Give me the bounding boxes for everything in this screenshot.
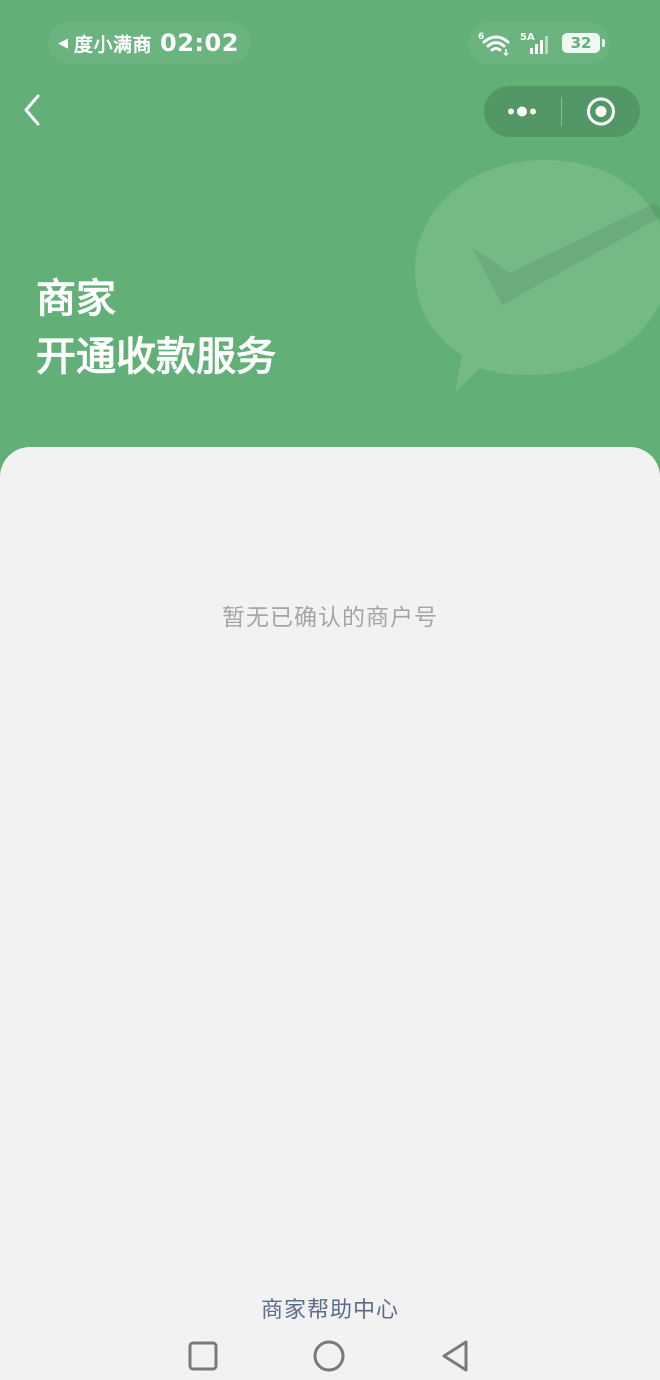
- circle-home-icon[interactable]: [309, 1338, 349, 1374]
- back-app-name: 度小满商: [74, 33, 152, 56]
- square-recent-icon[interactable]: [182, 1338, 222, 1374]
- mini-program-capsule: [484, 86, 640, 137]
- page-title: 商家 开通收款服务: [36, 270, 276, 386]
- triangle-back-icon[interactable]: [436, 1338, 476, 1374]
- status-indicators: 6 5A 32: [468, 22, 610, 64]
- back-to-app-button[interactable]: ◀ 度小满商 02:02: [48, 22, 251, 64]
- wifi-icon: 6: [478, 32, 510, 56]
- signal-label: 5A: [520, 32, 535, 43]
- battery-indicator: 32: [562, 33, 605, 53]
- target-close-icon[interactable]: [562, 86, 640, 137]
- status-time: 02:02: [160, 29, 239, 57]
- title-line-2: 开通收款服务: [36, 334, 276, 380]
- wechat-pay-check-icon: [415, 160, 660, 393]
- cellular-signal-icon: 5A: [520, 32, 548, 54]
- nav-back-chevron-icon[interactable]: [18, 92, 52, 128]
- more-dots-icon[interactable]: [484, 86, 562, 137]
- status-bar: ◀ 度小满商 02:02 6 5A 32: [0, 20, 660, 66]
- system-navigation-bar: [0, 1330, 660, 1380]
- wifi-label: 6: [478, 32, 484, 42]
- header-banner: ◀ 度小满商 02:02 6 5A 32 商家 开通收款服务: [0, 0, 660, 480]
- help-center-link[interactable]: 商家帮助中心: [0, 1292, 660, 1324]
- title-line-1: 商家: [36, 276, 116, 322]
- empty-state-text: 暂无已确认的商户号: [222, 605, 438, 631]
- content-card: [0, 447, 660, 1380]
- back-triangle-icon: ◀: [58, 35, 68, 51]
